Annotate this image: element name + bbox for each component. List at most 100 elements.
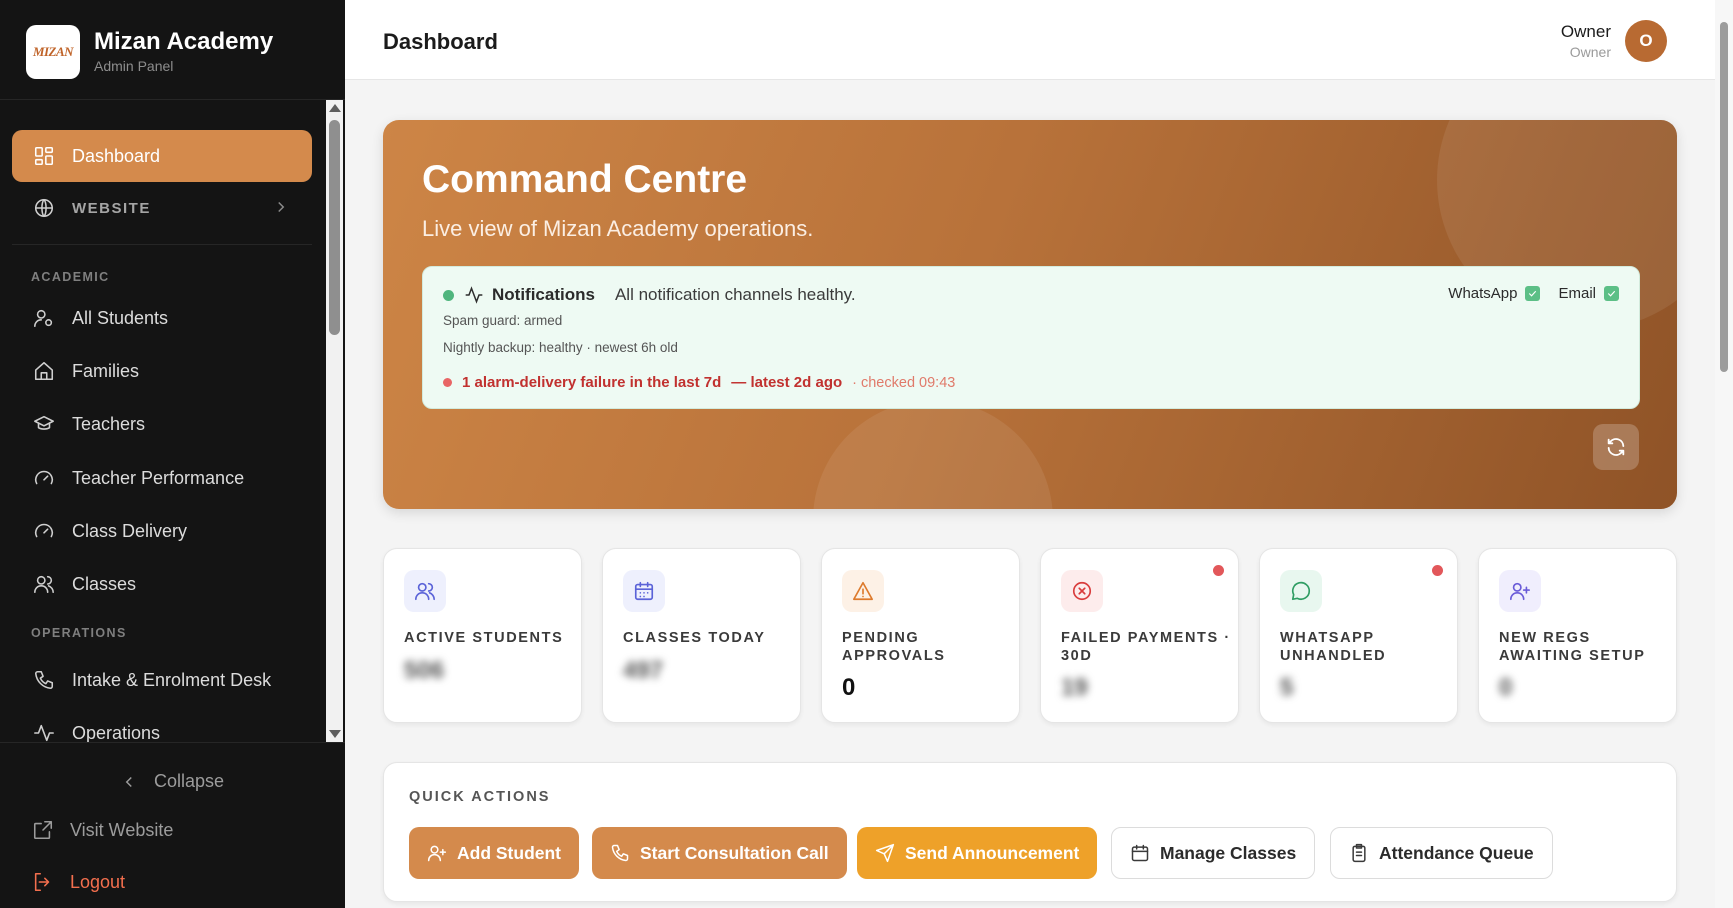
brand-header: MIZAN Mizan Academy Admin Panel bbox=[0, 0, 345, 100]
home-icon bbox=[32, 359, 56, 383]
check-icon bbox=[1525, 286, 1541, 301]
add-student-button[interactable]: Add Student bbox=[409, 827, 580, 879]
button-label: Attendance Queue bbox=[1379, 842, 1534, 863]
checked-time: · checked 09:43 bbox=[852, 374, 956, 391]
sidebar-item-all-students[interactable]: All Students bbox=[12, 292, 312, 344]
sidebar-item-teachers[interactable]: Teachers bbox=[12, 398, 312, 450]
scroll-down-icon[interactable] bbox=[329, 730, 341, 738]
stat-card-pending-approvals[interactable]: PENDING APPROVALS 0 bbox=[821, 548, 1020, 723]
stat-card-failed-payments[interactable]: FAILED PAYMENTS · 30D 19 bbox=[1040, 548, 1239, 723]
visit-website-label: Visit Website bbox=[70, 819, 174, 840]
user-role: Owner bbox=[1569, 44, 1611, 60]
stat-value: 0 bbox=[1499, 674, 1513, 701]
logo-text: MIZAN bbox=[32, 44, 74, 59]
logout-label: Logout bbox=[70, 871, 126, 892]
stat-value: 19 bbox=[1061, 674, 1088, 701]
stat-label: CLASSES TODAY bbox=[623, 630, 766, 646]
page-title: Dashboard bbox=[383, 29, 498, 54]
refresh-button[interactable] bbox=[1593, 424, 1639, 470]
manage-classes-button[interactable]: Manage Classes bbox=[1111, 827, 1316, 879]
command-centre-banner: Command Centre Live view of Mizan Academ… bbox=[383, 120, 1677, 509]
sidebar-item-dashboard[interactable]: Dashboard bbox=[12, 130, 312, 182]
alarm-failure-row: 1 alarm-delivery failure in the last 7d … bbox=[443, 374, 955, 391]
stat-value: 497 bbox=[623, 657, 664, 684]
sidebar-item-intake[interactable]: Intake & Enrolment Desk bbox=[12, 654, 312, 706]
alert-dot bbox=[1432, 565, 1443, 576]
sidebar-item-label: Intake & Enrolment Desk bbox=[72, 669, 272, 690]
sidebar-item-website[interactable]: WEBSITE bbox=[12, 182, 312, 234]
sidebar-item-teacher-performance[interactable]: Teacher Performance bbox=[12, 452, 312, 504]
visit-website-link[interactable]: Visit Website bbox=[32, 819, 173, 841]
alarm-failure-text: 1 alarm-delivery failure in the last 7d bbox=[462, 374, 722, 391]
button-label: Add Student bbox=[457, 842, 562, 863]
academy-logo[interactable]: MIZAN bbox=[26, 25, 80, 79]
stat-card-new-regs[interactable]: NEW REGS AWAITING SETUP 0 bbox=[1478, 548, 1677, 723]
gauge-icon bbox=[32, 466, 56, 490]
button-label: Manage Classes bbox=[1160, 842, 1297, 863]
sidebar-item-label: WEBSITE bbox=[72, 199, 151, 217]
message-circle-icon bbox=[1280, 570, 1322, 612]
sidebar: MIZAN Mizan Academy Admin Panel Dashboar… bbox=[0, 0, 345, 908]
collapse-label: Collapse bbox=[154, 771, 225, 791]
alarm-latest: — latest 2d ago bbox=[731, 374, 843, 391]
stat-label: FAILED PAYMENTS · 30D bbox=[1061, 630, 1231, 664]
activity-icon bbox=[464, 285, 484, 305]
sidebar-item-label: Families bbox=[72, 360, 140, 381]
check-icon bbox=[1604, 286, 1619, 301]
sidebar-scrollbar[interactable] bbox=[326, 100, 343, 742]
send-icon bbox=[875, 843, 895, 863]
quick-actions-title: QUICK ACTIONS bbox=[409, 789, 551, 805]
sidebar-item-label: All Students bbox=[72, 307, 169, 328]
graduation-cap-icon bbox=[32, 412, 56, 436]
channel-status: WhatsApp Email bbox=[1448, 285, 1619, 302]
sidebar-item-classes[interactable]: Classes bbox=[12, 558, 312, 610]
page-scroll-thumb[interactable] bbox=[1720, 22, 1728, 372]
sidebar-item-label: Teacher Performance bbox=[72, 467, 245, 488]
decorative-circle bbox=[813, 400, 1053, 509]
scroll-up-icon[interactable] bbox=[329, 104, 341, 112]
sidebar-item-label: Operations bbox=[72, 722, 161, 743]
sidebar-item-families[interactable]: Families bbox=[12, 345, 312, 397]
scroll-thumb[interactable] bbox=[329, 120, 340, 335]
gauge-icon bbox=[32, 519, 56, 543]
stat-card-classes-today[interactable]: CLASSES TODAY 497 bbox=[602, 548, 801, 723]
notifications-panel: Notifications All notification channels … bbox=[422, 266, 1640, 409]
stat-label: PENDING APPROVALS bbox=[842, 630, 946, 664]
sidebar-footer: Collapse Visit Website Logout bbox=[0, 742, 345, 908]
page-scrollbar[interactable] bbox=[1715, 0, 1733, 908]
brand-subtitle: Admin Panel bbox=[94, 58, 174, 74]
stat-label: WHATSAPP UNHANDLED bbox=[1280, 630, 1387, 664]
start-consultation-call-button[interactable]: Start Consultation Call bbox=[592, 827, 847, 879]
send-announcement-button[interactable]: Send Announcement bbox=[857, 827, 1098, 879]
chevron-left-icon bbox=[125, 776, 132, 787]
globe-icon bbox=[32, 196, 56, 220]
x-circle-icon bbox=[1061, 570, 1103, 612]
sidebar-item-label: Classes bbox=[72, 573, 137, 594]
phone-icon bbox=[611, 844, 629, 862]
user-plus-icon bbox=[427, 845, 447, 862]
user-name: Owner bbox=[1560, 22, 1611, 41]
collapse-button[interactable]: Collapse bbox=[120, 771, 224, 792]
user-menu[interactable]: Owner Owner O bbox=[1561, 20, 1667, 62]
sidebar-item-class-delivery[interactable]: Class Delivery bbox=[12, 505, 312, 557]
status-dot-healthy bbox=[443, 289, 454, 301]
status-dot-error bbox=[443, 378, 452, 387]
chevron-right-icon bbox=[272, 198, 290, 216]
button-label: Start Consultation Call bbox=[640, 842, 829, 863]
button-label: Send Announcement bbox=[905, 842, 1080, 863]
stat-card-whatsapp-unhandled[interactable]: WHATSAPP UNHANDLED 5 bbox=[1259, 548, 1458, 723]
grid-icon bbox=[32, 144, 56, 168]
topbar: Dashboard Owner Owner O bbox=[345, 0, 1715, 80]
stat-value: 0 bbox=[842, 674, 856, 701]
alert-dot bbox=[1213, 565, 1224, 576]
stat-value: 5 bbox=[1280, 674, 1294, 701]
attendance-queue-button[interactable]: Attendance Queue bbox=[1330, 827, 1553, 879]
refresh-icon bbox=[1607, 438, 1625, 456]
activity-icon bbox=[32, 721, 56, 742]
sidebar-item-operations[interactable]: Operations bbox=[12, 707, 312, 742]
stat-card-active-students[interactable]: ACTIVE STUDENTS 506 bbox=[383, 548, 582, 723]
stat-value: 506 bbox=[404, 657, 445, 684]
sidebar-nav: Dashboard WEBSITE ACADEMIC All Students … bbox=[0, 102, 326, 742]
avatar[interactable]: O bbox=[1625, 20, 1667, 62]
logout-button[interactable]: Logout bbox=[32, 871, 125, 893]
